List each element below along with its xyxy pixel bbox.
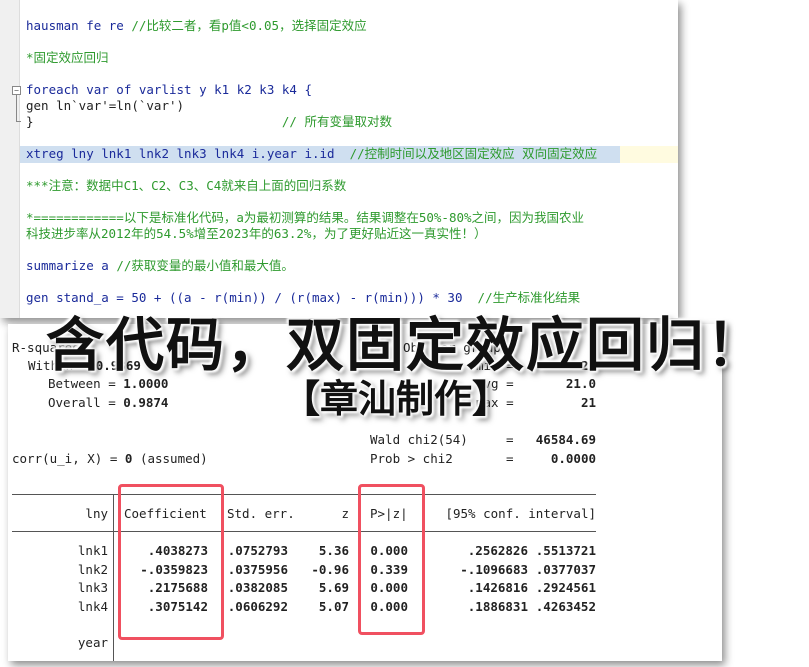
code-comment: // 所有变量取对数 xyxy=(281,114,392,129)
pvalue-highlight-box xyxy=(358,484,425,635)
table-cell: 5.36 xyxy=(318,543,349,558)
table-header-rule xyxy=(12,531,596,532)
table-cell: 5.69 xyxy=(318,580,349,595)
table-cell: .2924561 xyxy=(535,580,596,595)
code-line[interactable]: hausman fe re //比较二者，看p值<0.05，选择固定效应 xyxy=(26,18,367,34)
prob-label: Prob > chi2 xyxy=(370,451,453,466)
table-header: [95% conf. interval] xyxy=(445,506,596,521)
table-cell: .2562826 xyxy=(467,543,528,558)
code-text: xtreg lny lnk1 lnk2 lnk3 lnk4 i.year i.i… xyxy=(26,146,350,161)
code-text: gen ln`var'=ln(`var') xyxy=(26,98,185,113)
code-text: summarize a xyxy=(26,258,117,273)
table-header: Std. err. xyxy=(227,506,295,521)
code-line[interactable]: gen ln`var'=ln(`var') xyxy=(26,98,184,114)
editor-gutter xyxy=(0,0,20,318)
code-line[interactable]: ***注意：数据中C1、C2、C3、C4就来自上面的回归系数 xyxy=(26,178,346,194)
code-comment: //控制时间以及地区固定效应 双向固定效应 xyxy=(349,146,598,161)
table-header: lny xyxy=(85,506,108,521)
code-text: hausman fe re xyxy=(26,18,132,33)
row-label: lnk4 xyxy=(77,598,108,614)
table-cell: -0.96 xyxy=(311,561,349,577)
table-cell: .1426816 xyxy=(467,580,528,595)
code-comment: //获取变量的最小值和最大值。 xyxy=(116,258,294,273)
coefficient-highlight-box xyxy=(118,484,224,640)
row-label: lnk1 xyxy=(77,543,108,558)
code-text: foreach var of varlist y k1 k2 k3 k4 { xyxy=(26,82,312,97)
table-cell: 5.07 xyxy=(318,598,349,614)
table-top-rule xyxy=(12,494,596,495)
table-cell: .0377037 xyxy=(535,561,596,577)
code-line[interactable]: summarize a //获取变量的最小值和最大值。 xyxy=(26,258,294,274)
corr-line: corr(u_i, X) = 0 (assumed) xyxy=(12,451,208,466)
code-comment: ***注意：数据中C1、C2、C3、C4就来自上面的回归系数 xyxy=(26,178,347,193)
overall-label: Overall = 0.9874 xyxy=(48,395,169,410)
fold-toggle-icon[interactable]: − xyxy=(12,86,21,95)
current-line-highlight xyxy=(620,146,678,163)
code-comment: 科技进步率从2012年的54.5%增至2023年的63.2%，为了更好贴近这一真… xyxy=(26,226,487,241)
code-text: } xyxy=(26,114,282,129)
prob-value: 0.0000 xyxy=(550,451,596,466)
code-line[interactable]: *============以下是标准化代码，a为最初测算的结果。结果调整在50%… xyxy=(26,210,584,226)
code-line[interactable]: foreach var of varlist y k1 k2 k3 k4 { xyxy=(26,82,312,98)
table-cell: .5513721 xyxy=(535,543,596,558)
code-line[interactable]: 科技进步率从2012年的54.5%增至2023年的63.2%，为了更好贴近这一真… xyxy=(26,226,486,242)
code-comment: //比较二者，看p值<0.05，选择固定效应 xyxy=(131,18,367,33)
row-label: lnk3 xyxy=(77,580,108,595)
group-label-year: year xyxy=(77,635,108,650)
code-line[interactable]: *固定效应回归 xyxy=(26,50,109,66)
code-comment: *============以下是标准化代码，a为最初测算的结果。结果调整在50%… xyxy=(26,210,585,225)
table-cell: .1886831 xyxy=(467,598,528,614)
table-header: z xyxy=(341,506,349,521)
table-cell: -.1096683 xyxy=(460,561,528,577)
table-cell: .4263452 xyxy=(535,598,596,614)
wald-label: Wald chi2(54) xyxy=(370,432,468,447)
fold-range-line xyxy=(16,95,21,122)
row-label: lnk2 xyxy=(77,561,108,577)
code-line[interactable]: } // 所有变量取对数 xyxy=(26,114,392,130)
code-comment: *固定效应回归 xyxy=(26,50,109,65)
code-line[interactable]: xtreg lny lnk1 lnk2 lnk3 lnk4 i.year i.i… xyxy=(26,146,597,162)
wald-value: 46584.69 xyxy=(535,432,596,447)
do-file-editor[interactable]: − hausman fe re //比较二者，看p值<0.05，选择固定效应 *固… xyxy=(0,0,678,318)
obs-max-value: 21 xyxy=(580,395,596,410)
table-vertical-rule xyxy=(113,494,114,661)
overlay-author: 【章汕制作】 xyxy=(282,376,511,421)
